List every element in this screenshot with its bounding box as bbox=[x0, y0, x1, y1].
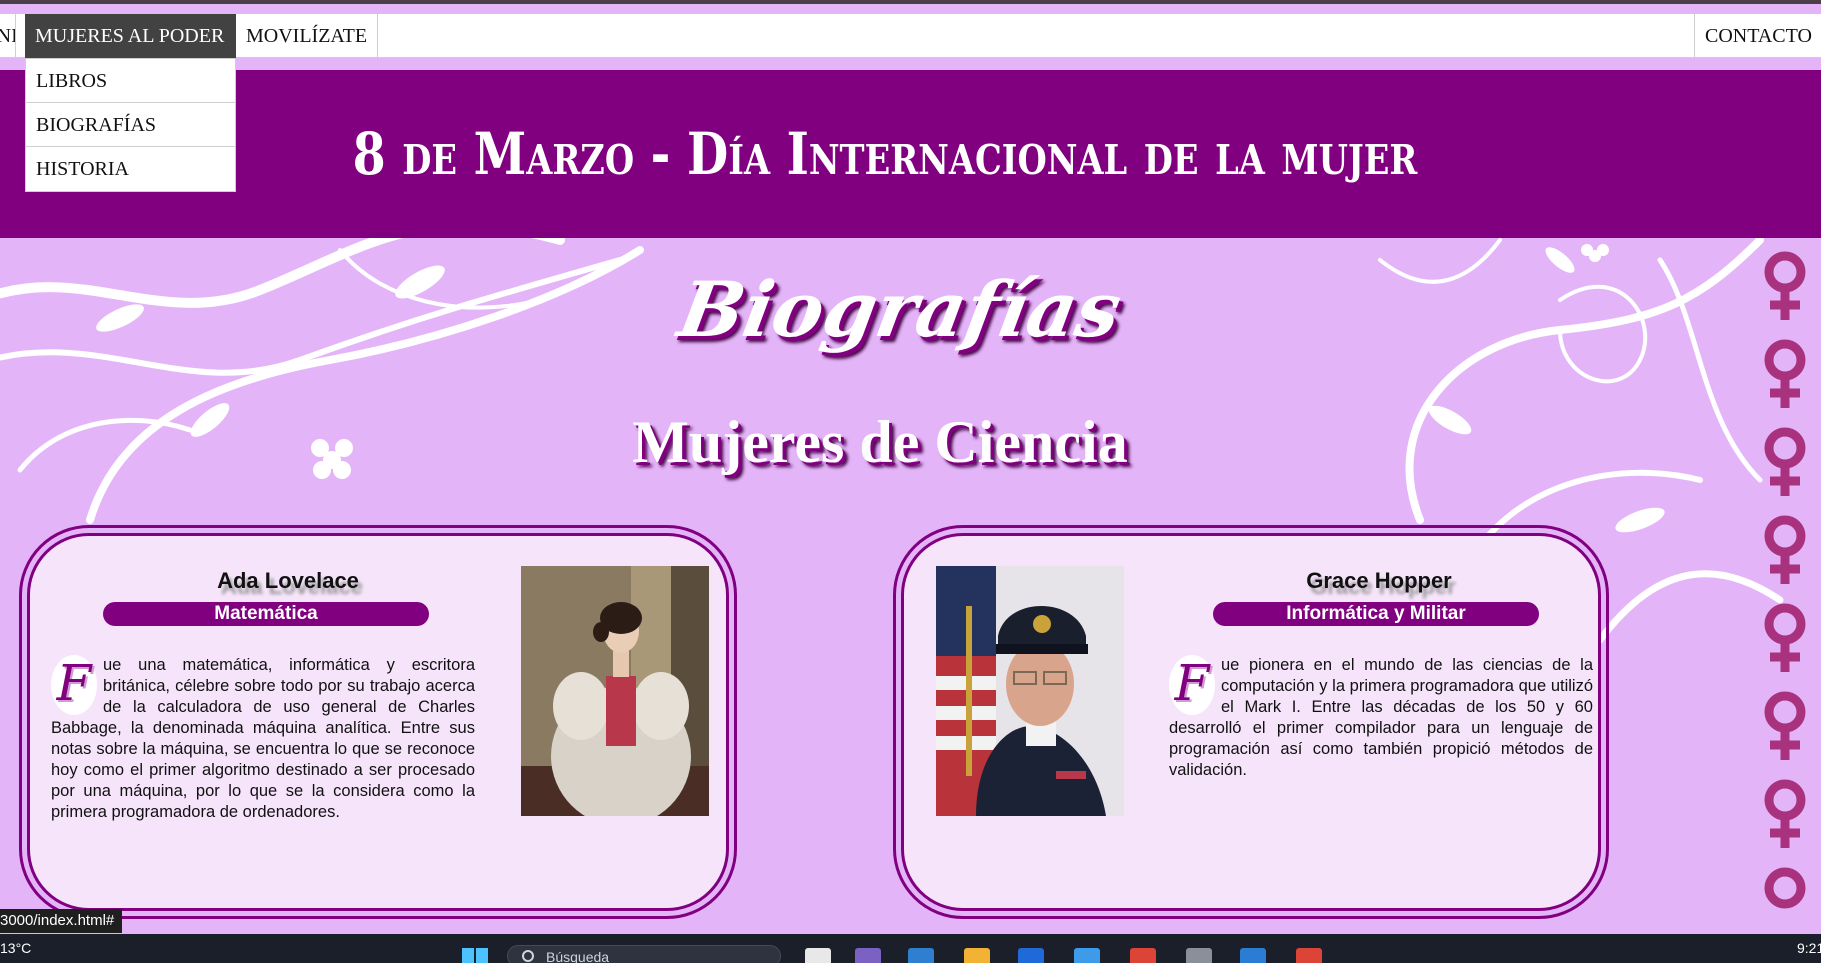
drop-cap: F bbox=[51, 655, 97, 715]
mujeres-de-ciencia-heading: Mujeres de Ciencia bbox=[632, 409, 1128, 475]
app-vscode-icon[interactable] bbox=[1240, 948, 1266, 963]
taskbar-clock[interactable]: 9:21 bbox=[1797, 940, 1821, 956]
status-url-tooltip: 3000/index.html# bbox=[0, 909, 123, 933]
taskbar-search-placeholder: Búsqueda bbox=[546, 949, 610, 963]
app-editor-icon[interactable] bbox=[1018, 948, 1044, 963]
role-badge: Informática y Militar bbox=[1213, 602, 1539, 626]
person-name: Ada Lovelace bbox=[217, 568, 359, 593]
banner-title: 8 de Marzo - Día Internacional de la muj… bbox=[352, 120, 1418, 188]
bio-text: Fue pionera en el mundo de las ciencias … bbox=[1169, 655, 1593, 781]
grace-hopper-portrait bbox=[936, 566, 1124, 816]
app-settings-icon[interactable] bbox=[1186, 948, 1212, 963]
mujeres-dropdown-menu: LIBROS BIOGRAFÍAS HISTORIA bbox=[25, 58, 236, 192]
ada-lovelace-portrait bbox=[521, 566, 709, 816]
app-explorer-icon[interactable] bbox=[964, 948, 990, 963]
nav-inicio[interactable]: INICIO bbox=[0, 14, 16, 58]
app-chrome-icon[interactable] bbox=[1130, 948, 1156, 963]
search-icon bbox=[522, 950, 534, 962]
app-calendar-icon[interactable] bbox=[1074, 948, 1100, 963]
drop-cap: F bbox=[1169, 655, 1215, 715]
bio-text: Fue una matemática, informática y escrit… bbox=[51, 655, 475, 823]
windows-start-icon[interactable] bbox=[462, 948, 488, 963]
os-taskbar: 13°C Búsqueda 9:21 bbox=[0, 934, 1821, 963]
biografias-heading: Biografías bbox=[672, 265, 1128, 354]
person-name: Grace Hopper bbox=[1306, 568, 1452, 593]
main-navbar: INICIO MUJERES AL PODER MOVILÍZATE CONTA… bbox=[0, 14, 1821, 58]
nav-contacto[interactable]: CONTACTO bbox=[1694, 14, 1821, 58]
bio-paragraph: ue una matemática, informática y escrito… bbox=[51, 656, 475, 821]
app-store-icon[interactable] bbox=[908, 948, 934, 963]
nav-mujeres-al-poder[interactable]: MUJERES AL PODER bbox=[25, 14, 236, 58]
header-banner: 8 de Marzo - Día Internacional de la muj… bbox=[0, 70, 1821, 238]
app-notepad-icon[interactable] bbox=[805, 948, 831, 963]
card-ada-lovelace: Ada Lovelace Matemática Fue una matemáti… bbox=[19, 525, 737, 919]
dropdown-item-biografias[interactable]: BIOGRAFÍAS bbox=[26, 103, 235, 147]
dropdown-item-libros[interactable]: LIBROS bbox=[26, 59, 235, 103]
app-teams-icon[interactable] bbox=[855, 948, 881, 963]
role-badge: Matemática bbox=[103, 602, 429, 626]
weather-widget[interactable]: 13°C bbox=[0, 940, 31, 956]
card-grace-hopper-inner: Grace Hopper Informática y Militar Fue p… bbox=[901, 533, 1601, 911]
nav-movilizate[interactable]: MOVILÍZATE bbox=[236, 14, 378, 58]
app-chrome-active-icon[interactable] bbox=[1296, 948, 1322, 963]
dropdown-item-historia[interactable]: HISTORIA bbox=[26, 147, 235, 191]
taskbar-search[interactable]: Búsqueda bbox=[507, 945, 781, 963]
card-ada-lovelace-inner: Ada Lovelace Matemática Fue una matemáti… bbox=[27, 533, 729, 911]
bio-paragraph: ue pionera en el mundo de las ciencias d… bbox=[1169, 656, 1593, 779]
window-top-strip bbox=[0, 0, 1821, 4]
card-grace-hopper: Grace Hopper Informática y Militar Fue p… bbox=[893, 525, 1609, 919]
